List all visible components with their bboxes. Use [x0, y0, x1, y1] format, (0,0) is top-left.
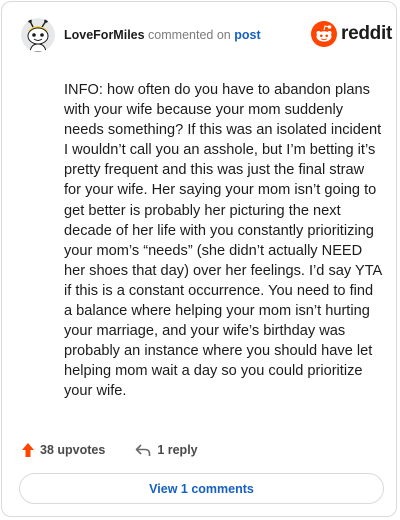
- post-link[interactable]: post: [234, 28, 260, 42]
- reddit-logo[interactable]: reddit: [311, 20, 392, 48]
- upvote-arrow-icon[interactable]: [21, 442, 35, 458]
- reply-arrow-icon[interactable]: [135, 443, 151, 457]
- view-comments-button[interactable]: View 1 comments: [19, 473, 384, 504]
- action-text: commented on: [144, 28, 235, 42]
- upvote-count: 38 upvotes: [40, 443, 106, 457]
- username-link[interactable]: LoveForMiles: [64, 28, 145, 42]
- reply-count[interactable]: 1 reply: [157, 443, 197, 457]
- reddit-wordmark: reddit: [341, 23, 392, 44]
- comment-body: INFO: how often do you have to abandon p…: [64, 82, 382, 400]
- comment-card: LoveForMiles commented on post reddit IN…: [1, 1, 397, 517]
- user-avatar-icon[interactable]: [21, 18, 55, 52]
- comment-header: LoveForMiles commented on post: [64, 28, 261, 42]
- comment-footer: 38 upvotes 1 reply: [21, 440, 198, 460]
- reddit-logo-icon: [311, 21, 337, 47]
